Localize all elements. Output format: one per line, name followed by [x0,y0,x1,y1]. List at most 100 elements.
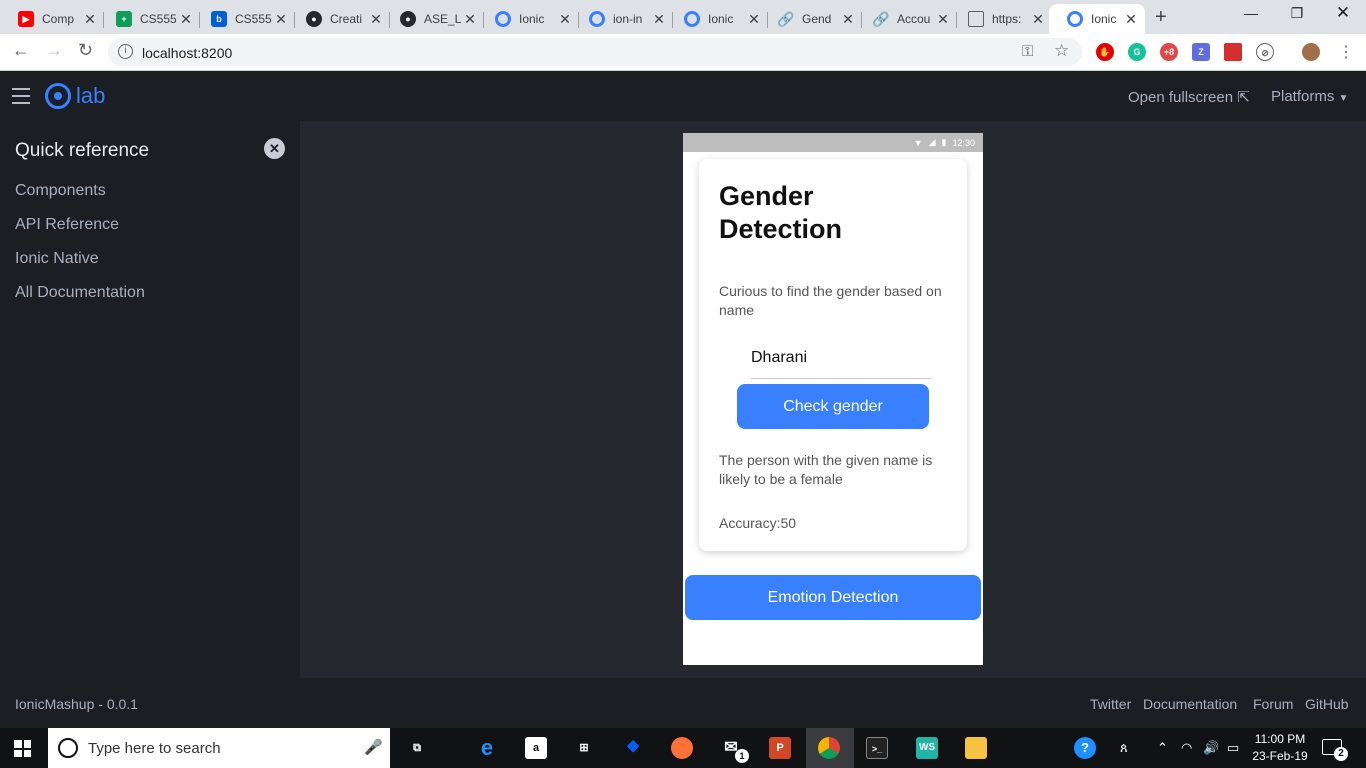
chrome-icon[interactable] [818,737,840,759]
action-center-icon[interactable]: 2 [1322,739,1348,761]
browser-tab[interactable]: Ionic ✕ [666,4,768,34]
store-icon[interactable]: ⊞ [573,737,595,759]
close-tab-icon[interactable]: ✕ [82,11,98,28]
browser-tab[interactable]: ▶ Comp ✕ [0,4,104,34]
footer-link-forum[interactable]: Forum [1253,696,1293,712]
dropbox-icon[interactable]: ❖ [622,737,644,759]
volume-icon[interactable]: 🔊 [1203,740,1219,756]
app-version: IonicMashup - 0.0.1 [15,696,138,712]
card-title: Gender Detection [719,181,843,244]
edge-icon[interactable]: e [476,737,498,759]
webstorm-icon[interactable]: WS [916,737,938,759]
ionic-icon [1067,11,1083,27]
microphone-icon[interactable]: 🎤 [364,738,383,756]
lab-header: lab Open fullscreen ⇱ Platforms ▼ [0,71,1366,121]
browser-toolbar: ← → ↻ i localhost:8200 ⚿ ☆ ✋ G +8 Z ⊘ ⋮ [0,34,1366,71]
close-sidebar-icon[interactable]: ✕ [264,138,285,159]
address-bar[interactable]: i localhost:8200 ⚿ ☆ [108,38,1082,66]
gender-result-text: The person with the given name is likely… [719,452,933,487]
browser-tab[interactable]: 🔗 Gend ✕ [760,4,862,34]
windows-start-icon[interactable] [14,740,31,757]
adblock-icon[interactable]: ✋ [1096,43,1114,61]
sidebar-title: Quick reference [15,140,150,161]
chevron-up-icon[interactable]: ⌃ [1157,740,1168,756]
close-tab-icon[interactable]: ✕ [1030,11,1046,28]
browser-tab[interactable]: https: ✕ [950,4,1052,34]
close-tab-icon[interactable]: ✕ [935,11,951,28]
taskbar-search[interactable]: Type here to search 🎤 [48,728,390,768]
close-window-button[interactable]: ✕ [1320,3,1366,23]
more-menu-icon[interactable]: ⋮ [1338,42,1354,62]
close-tab-icon[interactable]: ✕ [840,11,856,28]
sidebar-item-api-reference[interactable]: API Reference [15,216,119,234]
browser-tab[interactable]: Ionic ✕ [477,4,579,34]
star-icon[interactable]: ☆ [1054,41,1069,61]
firefox-icon[interactable] [671,737,693,759]
sidebar-item-all-documentation[interactable]: All Documentation [15,284,145,302]
ionic-logo-icon [45,83,71,109]
browser-tabstrip: ▶ Comp ✕ + CS555 ✕ b CS555 ✕ ● Creati ✕ … [0,0,1366,34]
close-tab-icon[interactable]: ✕ [462,11,478,28]
amazon-icon[interactable]: a [525,737,547,759]
mail-badge: 1 [735,749,749,763]
bookmark-icon[interactable] [1224,43,1242,61]
minimize-button[interactable]: — [1228,5,1274,21]
people-icon[interactable]: ጰ [1120,740,1128,756]
link-icon: 🔗 [872,10,890,27]
battery-icon: ▮ [941,137,947,147]
battery-tray-icon[interactable]: ▭ [1227,740,1239,756]
browser-tab[interactable]: 🔗 Accou ✕ [855,4,957,34]
terminal-icon[interactable]: >_ [866,737,888,759]
grammarly-icon[interactable]: G [1128,43,1146,61]
browser-tab[interactable]: + CS555 ✕ [98,4,200,34]
extension-icon[interactable]: +8 [1160,43,1178,61]
windows-taskbar: Type here to search 🎤 ⧉ e a ⊞ ❖ ✉ 1 P >_… [0,728,1366,768]
zotero-icon[interactable]: Z [1192,43,1210,61]
key-icon[interactable]: ⚿ [1022,43,1033,60]
reload-icon[interactable]: ↻ [78,40,93,61]
caret-down-icon: ▼ [1338,93,1349,104]
sidebar-item-components[interactable]: Components [15,182,106,200]
close-tab-icon[interactable]: ✕ [273,11,289,28]
check-gender-button[interactable]: Check gender [737,384,929,429]
ionic-icon [684,11,700,27]
device-status-bar: ▼ ◢ ▮ 12:30 [683,133,983,152]
browser-tab[interactable]: ● ASE_L ✕ [382,4,484,34]
ionic-icon [589,11,605,27]
footer-link-documentation[interactable]: Documentation [1143,696,1237,712]
youtube-icon: ▶ [18,11,34,27]
wifi-tray-icon[interactable]: ◠ [1181,740,1192,756]
forward-icon[interactable]: → [45,40,63,61]
restore-button[interactable]: ❐ [1274,5,1320,22]
emotion-detection-button[interactable]: Emotion Detection [685,575,981,620]
task-view-icon[interactable]: ⧉ [406,737,428,759]
platforms-dropdown[interactable]: Platforms ▼ [1271,88,1348,105]
help-icon[interactable]: ? [1074,737,1096,759]
powerpoint-icon[interactable]: P [769,737,791,759]
ionic-icon [495,11,511,27]
new-tab-button[interactable]: + [1155,6,1167,29]
wifi-icon: ▼ [913,137,923,148]
ionic-lab-logo: lab [45,83,105,109]
taskbar-clock[interactable]: 11:00 PM 23-Feb-19 [1252,731,1308,765]
info-icon[interactable]: i [118,44,133,59]
file-explorer-icon[interactable] [965,737,987,759]
open-fullscreen-link[interactable]: Open fullscreen ⇱ [1128,88,1250,106]
footer-link-twitter[interactable]: Twitter [1090,696,1131,712]
footer-link-github[interactable]: GitHub [1305,696,1349,712]
close-tab-icon[interactable]: ✕ [178,11,194,28]
close-tab-icon[interactable]: ✕ [1123,11,1139,28]
url-text[interactable]: localhost:8200 [142,45,232,61]
browser-tab-active[interactable]: Ionic ✕ [1049,4,1145,34]
browser-tab[interactable]: ion-in ✕ [571,4,673,34]
browser-tab[interactable]: b CS555 ✕ [193,4,295,34]
sidebar-item-ionic-native[interactable]: Ionic Native [15,250,99,268]
page-icon [968,11,984,27]
back-icon[interactable]: ← [12,40,30,61]
menu-icon[interactable] [12,88,30,104]
close-tab-icon[interactable]: ✕ [651,11,667,28]
name-input[interactable] [751,337,931,379]
avatar[interactable] [1302,43,1320,61]
sync-icon[interactable]: ⊘ [1256,43,1274,61]
browser-tab[interactable]: ● Creati ✕ [288,4,390,34]
